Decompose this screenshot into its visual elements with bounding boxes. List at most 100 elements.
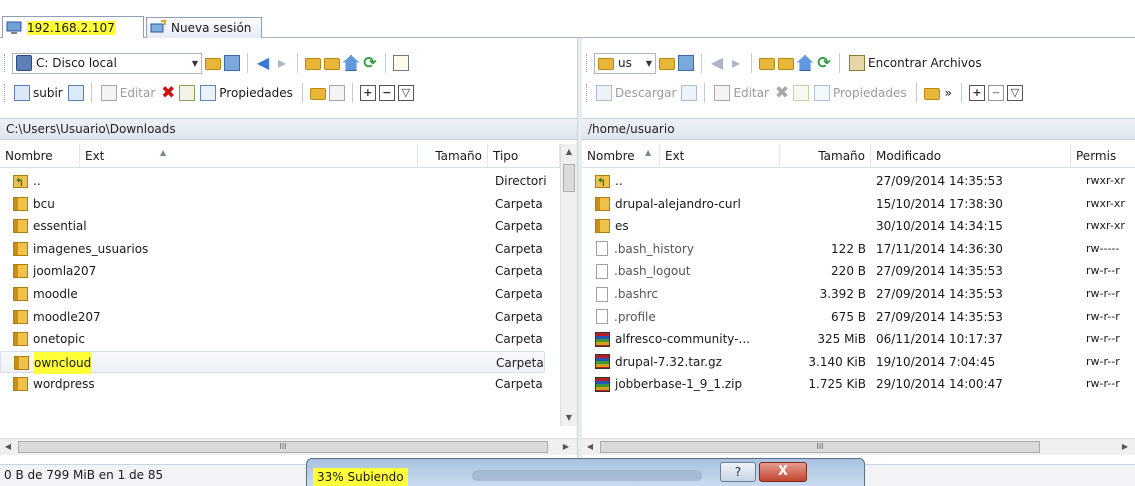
close-button[interactable]: X bbox=[759, 462, 807, 482]
table-row[interactable]: alfresco-community-... 325 MiB 06/11/2014 … bbox=[582, 328, 1135, 350]
file-perms-cell-text: rw-r--r bbox=[1086, 377, 1120, 391]
table-row[interactable]: .bash_history 122 B 17/11/2014 14:36:30 rw-… bbox=[582, 238, 1135, 260]
remote-horizontal-scrollbar[interactable]: ◀ III ▶ bbox=[582, 438, 1135, 455]
new-folder-icon[interactable] bbox=[309, 88, 326, 100]
forward-arrow-icon[interactable]: ▸ bbox=[274, 55, 290, 71]
file-type-cell-text: Carpeta bbox=[495, 219, 543, 234]
back-arrow-icon[interactable]: ◀ bbox=[255, 55, 271, 71]
col-ext-header[interactable]: Ext bbox=[660, 144, 780, 168]
refresh-icon[interactable]: ⟳ bbox=[816, 55, 832, 71]
remote-file-list: Nombre ▲ Ext Tamaño Modificado Permis ..… bbox=[582, 140, 1135, 424]
open-folder-icon[interactable] bbox=[659, 58, 675, 70]
unselect-all-icon[interactable]: − bbox=[987, 85, 1004, 101]
help-button[interactable]: ? bbox=[720, 462, 756, 482]
table-row[interactable]: owncloud Carpeta bbox=[0, 350, 545, 374]
table-row[interactable]: joomla207 Carpeta bbox=[0, 260, 545, 282]
chevron-down-icon: ▼ bbox=[191, 58, 198, 68]
remote-dir-select[interactable]: us ▼ bbox=[594, 52, 656, 74]
scroll-thumb[interactable] bbox=[563, 164, 575, 192]
table-row[interactable]: onetopic Carpeta bbox=[0, 328, 545, 350]
table-row[interactable]: wordpress Carpeta bbox=[0, 373, 545, 395]
download-queue-icon[interactable] bbox=[681, 85, 698, 101]
table-row[interactable]: drupal-alejandro-curl 15/10/2014 17:38:30… bbox=[582, 193, 1135, 215]
forward-arrow-icon[interactable]: ▸ bbox=[728, 55, 744, 71]
table-row[interactable]: es 30/10/2014 14:34:15 rwxr-xr bbox=[582, 215, 1135, 237]
more-tools-button[interactable]: » bbox=[943, 82, 954, 104]
rename-icon[interactable] bbox=[792, 85, 809, 101]
filter-icon[interactable] bbox=[224, 55, 240, 71]
col-name-header[interactable]: Nombre ▲ bbox=[582, 144, 660, 168]
col-name-header[interactable]: Nombre bbox=[0, 144, 80, 168]
table-row[interactable]: .bashrc 3.392 B 27/09/2014 14:35:53 rw-r--r bbox=[582, 283, 1135, 305]
unselect-all-icon[interactable]: − bbox=[378, 85, 395, 101]
properties-button[interactable]: Propiedades bbox=[812, 82, 909, 104]
delete-icon[interactable]: ✖ bbox=[774, 85, 790, 102]
home-icon[interactable] bbox=[343, 55, 359, 71]
table-row[interactable]: moodle207 Carpeta bbox=[0, 306, 545, 328]
select-all-icon[interactable]: + bbox=[968, 85, 985, 101]
edit-button[interactable]: Editar bbox=[712, 82, 771, 104]
hscroll-thumb[interactable]: III bbox=[600, 441, 1040, 453]
local-vertical-scrollbar[interactable]: ▲ ▼ bbox=[560, 144, 577, 426]
scroll-right-icon[interactable]: ▶ bbox=[1117, 439, 1133, 455]
table-row[interactable]: .. Directori bbox=[0, 170, 547, 192]
parent-dir-icon[interactable] bbox=[759, 58, 775, 70]
root-dir-icon[interactable] bbox=[324, 58, 340, 70]
hscroll-thumb[interactable]: III bbox=[18, 441, 548, 453]
session-tab-active[interactable]: 192.168.2.107 bbox=[2, 16, 144, 38]
find-files-button[interactable]: Encontrar Archivos bbox=[847, 52, 984, 74]
col-size-header[interactable]: Tamaño bbox=[780, 144, 871, 168]
scroll-left-icon[interactable]: ◀ bbox=[582, 439, 598, 455]
local-drive-select[interactable]: C: Disco local ▼ bbox=[12, 52, 202, 74]
scroll-right-icon[interactable]: ▶ bbox=[558, 439, 574, 455]
col-modified-header[interactable]: Modificado bbox=[871, 144, 1071, 168]
root-dir-icon[interactable] bbox=[778, 58, 794, 70]
scroll-down-icon[interactable]: ▼ bbox=[561, 410, 577, 426]
upload-queue-icon[interactable] bbox=[67, 85, 84, 101]
edit-button[interactable]: Editar bbox=[99, 82, 158, 104]
parent-dir-icon[interactable] bbox=[305, 58, 321, 70]
home-icon[interactable] bbox=[797, 55, 813, 71]
rename-icon[interactable] bbox=[179, 85, 196, 101]
table-row[interactable]: .. 27/09/2014 14:35:53 rwxr-xr bbox=[582, 170, 1135, 192]
blurred-filename bbox=[472, 470, 702, 481]
table-row[interactable]: .profile 675 B 27/09/2014 14:35:53 rw-r--r bbox=[582, 306, 1135, 328]
col-size-header[interactable]: Tamaño bbox=[418, 144, 488, 168]
table-row[interactable]: .bash_logout 220 B 27/09/2014 14:35:53 rw-r… bbox=[582, 260, 1135, 282]
tree-view-icon[interactable] bbox=[393, 55, 409, 71]
refresh-icon[interactable]: ⟳ bbox=[362, 55, 378, 71]
new-file-icon[interactable] bbox=[328, 85, 345, 101]
upload-button[interactable]: subir bbox=[12, 82, 65, 104]
table-row[interactable]: essential Carpeta bbox=[0, 215, 545, 237]
table-row[interactable]: drupal-7.32.tar.gz 3.140 KiB 19/10/2014 7:… bbox=[582, 351, 1135, 373]
table-row[interactable]: moodle Carpeta bbox=[0, 283, 545, 305]
new-folder-icon[interactable] bbox=[923, 88, 940, 100]
properties-button[interactable]: Propiedades bbox=[198, 82, 295, 104]
remote-path-bar[interactable]: /home/usuario bbox=[582, 118, 1135, 140]
filter-mask-icon[interactable]: ▽ bbox=[1006, 85, 1023, 101]
col-ext-header[interactable]: Ext ▲ bbox=[80, 144, 418, 168]
new-session-tab[interactable]: Nueva sesión bbox=[146, 17, 262, 38]
open-folder-icon[interactable] bbox=[205, 58, 221, 70]
local-path-bar[interactable]: C:\Users\Usuario\Downloads bbox=[0, 118, 577, 140]
download-button[interactable]: Descargar bbox=[594, 82, 678, 104]
local-horizontal-scrollbar[interactable]: ◀ III ▶ bbox=[0, 438, 577, 455]
scroll-left-icon[interactable]: ◀ bbox=[0, 439, 16, 455]
col-type-header[interactable]: Tipo bbox=[488, 144, 560, 168]
file-perms-cell: rw-r--r bbox=[1086, 283, 1135, 305]
scroll-up-icon[interactable]: ▲ bbox=[561, 144, 577, 160]
filter-mask-icon[interactable]: ▽ bbox=[397, 85, 414, 101]
delete-icon[interactable]: ✖ bbox=[160, 85, 176, 102]
file-perms-cell: rw-r--r bbox=[1086, 351, 1135, 373]
table-row[interactable]: jobberbase-1_9_1.zip 1.725 KiB 29/10/2014 … bbox=[582, 373, 1135, 395]
table-row[interactable]: imagenes_usuarios Carpeta bbox=[0, 238, 545, 260]
file-size-cell: 675 B bbox=[780, 306, 866, 328]
col-perms-header[interactable]: Permis bbox=[1071, 144, 1135, 168]
table-row[interactable]: bcu Carpeta bbox=[0, 193, 545, 215]
upload-progress-dialog[interactable]: 33% Subiendo ? X bbox=[306, 458, 865, 486]
select-all-icon[interactable]: + bbox=[359, 85, 376, 101]
back-arrow-icon[interactable]: ◀ bbox=[709, 55, 725, 71]
filter-icon[interactable] bbox=[678, 55, 694, 71]
file-name-cell: imagenes_usuarios bbox=[13, 238, 413, 260]
remote-dir-label: us bbox=[618, 56, 632, 70]
